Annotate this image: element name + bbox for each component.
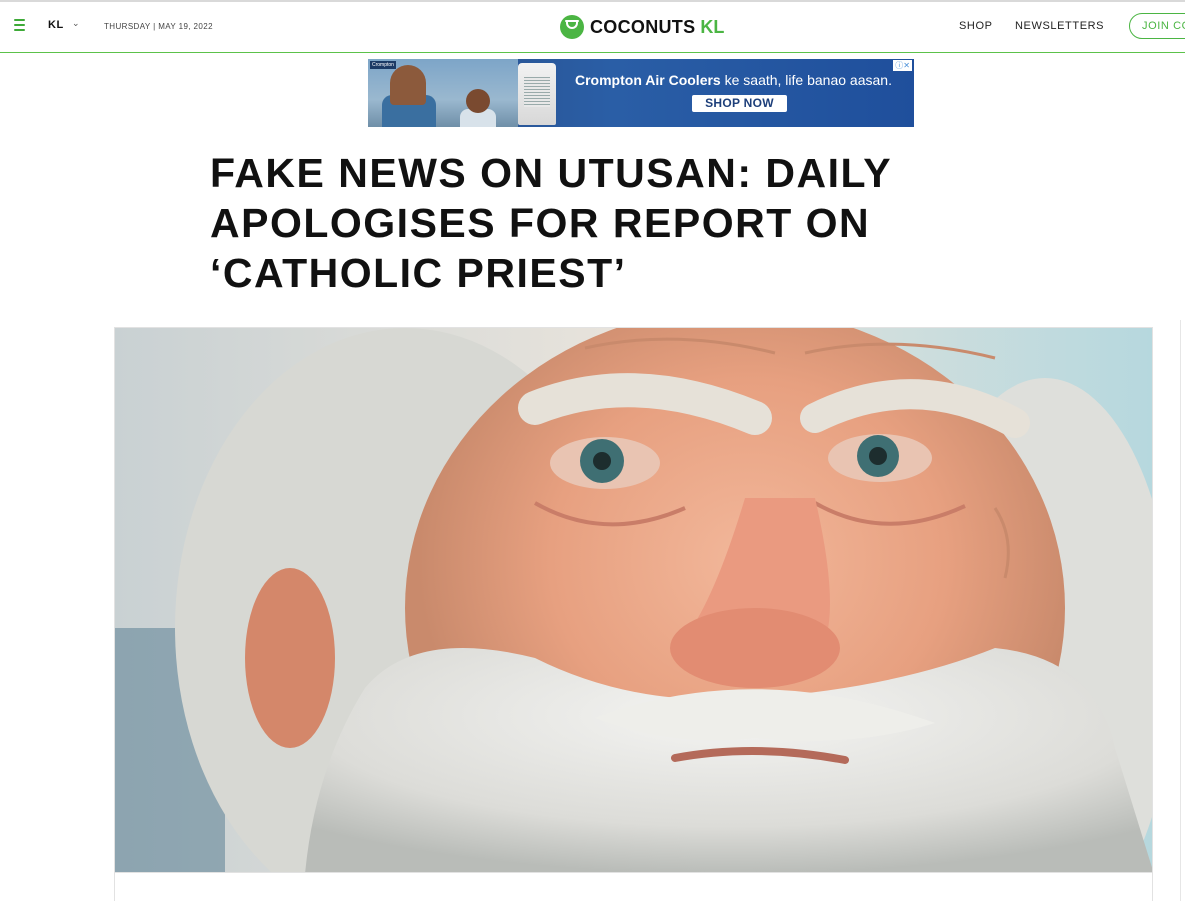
hamburger-menu-icon[interactable] [14, 19, 26, 31]
site-header: KL ⌄ THURSDAY | MAY 19, 2022 COCONUTS KL… [0, 2, 1185, 53]
logo-text: COCONUTS [590, 16, 696, 37]
caption-area [114, 873, 1153, 901]
page: KL ⌄ THURSDAY | MAY 19, 2022 COCONUTS KL… [0, 0, 1185, 901]
air-cooler-image [518, 63, 556, 125]
current-date: THURSDAY | MAY 19, 2022 [104, 22, 213, 31]
join-button[interactable]: JOIN COCONUTS+ [1129, 13, 1185, 39]
ad-banner[interactable]: Crompton Crompton Air Coolers ke saath, … [368, 59, 914, 127]
chevron-down-icon[interactable]: ⌄ [72, 18, 80, 29]
ad-brand-tag: Crompton [370, 61, 396, 69]
hero-portrait-illustration [115, 328, 1152, 872]
ad-photo: Crompton [368, 59, 518, 127]
article-hero-image [114, 327, 1153, 873]
nav-link-shop[interactable]: SHOP [959, 20, 993, 32]
article-headline: Fake News on Utusan: Daily Apologises fo… [210, 150, 892, 296]
page-edge-divider [1180, 320, 1181, 901]
ad-shop-now-button[interactable]: SHOP NOW [692, 95, 787, 112]
region-selector[interactable]: KL [48, 19, 64, 31]
ad-headline: Crompton Air Coolers ke saath, life bana… [575, 72, 892, 88]
coconut-logo-icon [560, 15, 584, 39]
ad-headline-bold: Crompton Air Coolers [575, 72, 721, 88]
nav-link-newsletters[interactable]: NEWSLETTERS [1015, 20, 1104, 32]
site-logo[interactable]: COCONUTS KL [560, 14, 724, 40]
logo-region: KL [700, 16, 725, 37]
ad-close-icon[interactable]: ⓘ✕ [893, 60, 912, 71]
ad-headline-rest: ke saath, life banao aasan. [720, 72, 892, 88]
